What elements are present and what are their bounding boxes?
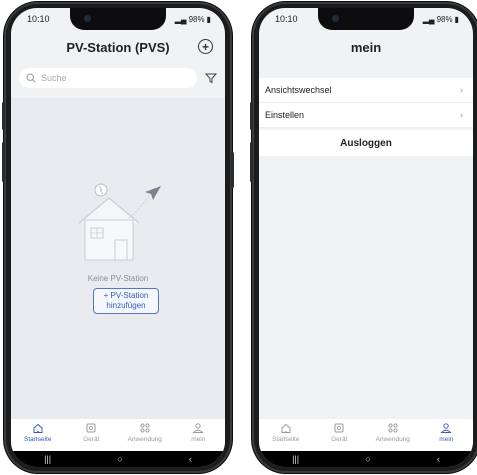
menu-item-view-switch[interactable]: Ansichtswechsel › xyxy=(259,78,473,103)
apps-icon xyxy=(388,423,398,433)
system-nav-bar: ||| ○ ‹ xyxy=(11,451,225,467)
chevron-right-icon: › xyxy=(460,110,463,120)
tab-label: Gerät xyxy=(331,436,348,443)
user-icon xyxy=(192,423,204,433)
user-icon xyxy=(440,423,452,433)
page-title: PV-Station (PVS) xyxy=(66,39,170,55)
battery-percent: 98% xyxy=(436,14,453,24)
battery-icon: ▮ xyxy=(206,14,211,24)
tab-label: Startseite xyxy=(272,436,300,443)
battery-icon: ▮ xyxy=(454,14,459,24)
volume-button xyxy=(250,102,253,130)
volume-button xyxy=(2,142,5,182)
add-station-icon[interactable]: + xyxy=(198,39,213,54)
volume-button xyxy=(250,142,253,182)
settings-menu: Ansichtswechsel › Einstellen › Ausloggen xyxy=(259,78,473,156)
tab-device[interactable]: Gerät xyxy=(314,422,364,443)
tab-label: mein xyxy=(439,436,454,443)
camera-icon xyxy=(332,15,339,22)
camera-icon xyxy=(84,15,91,22)
chevron-right-icon: › xyxy=(460,85,463,95)
home-button[interactable]: ○ xyxy=(117,454,122,464)
recent-apps-button[interactable]: ||| xyxy=(292,454,299,464)
signal-icon: ▂▄ xyxy=(422,14,435,24)
recent-apps-button[interactable]: ||| xyxy=(44,454,51,464)
add-pv-station-button[interactable]: + PV-Station hinzufügen xyxy=(93,288,159,314)
volume-button xyxy=(2,102,5,130)
tab-home[interactable]: Startseite xyxy=(13,422,63,443)
tab-applications[interactable]: Anwendung xyxy=(120,422,170,443)
tab-mein[interactable]: mein xyxy=(173,422,223,443)
page-title: mein xyxy=(350,39,382,55)
back-button[interactable]: ‹ xyxy=(437,454,440,464)
tab-label: Gerät xyxy=(83,436,100,443)
page-header: mein xyxy=(259,32,473,62)
camera-notch xyxy=(318,8,414,30)
status-time: 10:10 xyxy=(27,14,50,24)
camera-notch xyxy=(70,8,166,30)
device-icon xyxy=(86,423,96,433)
empty-state: Keine PV-Station + PV-Station hinzufügen xyxy=(11,98,225,423)
home-button[interactable]: ○ xyxy=(365,454,370,464)
tab-device[interactable]: Gerät xyxy=(66,422,116,443)
battery-percent: 98% xyxy=(188,14,205,24)
home-icon xyxy=(33,423,43,433)
menu-item-label: Einstellen xyxy=(265,110,305,120)
search-input[interactable] xyxy=(41,73,181,83)
screen-mein: 10:10 ▂▄ 98% ▮ mein Ansichtswechsel › Ei… xyxy=(259,8,473,467)
status-time: 10:10 xyxy=(275,14,298,24)
phone-left: 10:10 ▂▄ 98% ▮ PV-Station (PVS) + Suche … xyxy=(2,2,234,473)
back-button[interactable]: ‹ xyxy=(189,454,192,464)
menu-item-settings[interactable]: Einstellen › xyxy=(259,103,473,128)
search-icon xyxy=(26,73,36,83)
tab-label: Anwendung xyxy=(375,436,410,443)
tab-mein[interactable]: mein xyxy=(421,422,471,443)
filter-icon[interactable] xyxy=(205,72,217,84)
signal-icon: ▂▄ xyxy=(174,14,187,24)
tab-home[interactable]: Startseite xyxy=(261,422,311,443)
screen-home: 10:10 ▂▄ 98% ▮ PV-Station (PVS) + Suche … xyxy=(11,8,225,467)
tab-bar: Startseite Gerät Anwendung mein xyxy=(259,419,473,451)
home-icon xyxy=(281,423,291,433)
apps-icon xyxy=(140,423,150,433)
page-header: PV-Station (PVS) + xyxy=(11,32,225,62)
tab-label: Startseite xyxy=(24,436,52,443)
status-indicators: ▂▄ 98% ▮ xyxy=(423,15,459,24)
tab-applications[interactable]: Anwendung xyxy=(368,422,418,443)
power-button xyxy=(231,152,234,188)
tab-label: mein xyxy=(191,436,206,443)
device-icon xyxy=(334,423,344,433)
logout-button[interactable]: Ausloggen xyxy=(259,130,473,156)
status-indicators: ▂▄ 98% ▮ xyxy=(175,15,211,24)
phone-right: 10:10 ▂▄ 98% ▮ mein Ansichtswechsel › Ei… xyxy=(250,2,477,473)
tab-bar: Startseite Gerät Anwendung mein xyxy=(11,419,225,451)
tab-label: Anwendung xyxy=(127,436,162,443)
search-box[interactable] xyxy=(19,68,197,88)
empty-house-illustration xyxy=(78,183,161,261)
empty-message: Keine PV-Station xyxy=(87,274,149,283)
search-row xyxy=(19,68,217,88)
menu-item-label: Ansichtswechsel xyxy=(265,85,332,95)
system-nav-bar: ||| ○ ‹ xyxy=(259,451,473,467)
